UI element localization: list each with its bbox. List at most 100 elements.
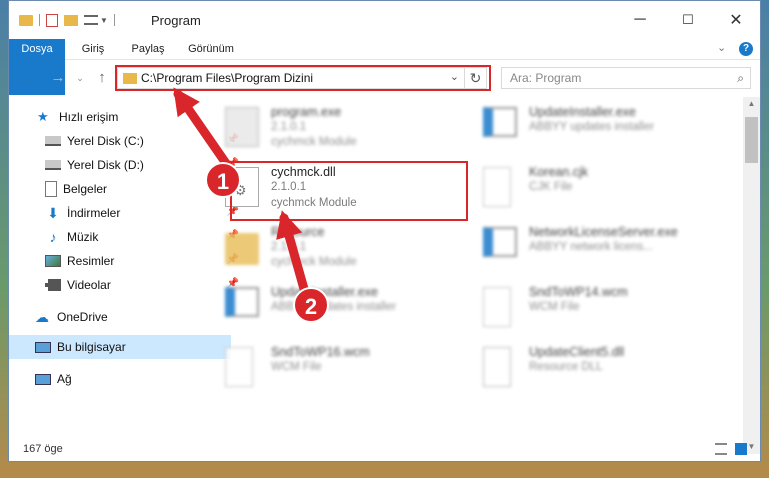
dll-icon (483, 347, 511, 387)
back-button[interactable]: ← (21, 69, 39, 87)
search-box[interactable]: Ara: Program ⌕ (501, 67, 751, 89)
sidebar-item-pictures[interactable]: Resimler 📌 (9, 249, 241, 273)
sidebar-item-this-pc[interactable]: Bu bilgisayar (9, 335, 231, 359)
help-icon[interactable]: ? (739, 42, 753, 56)
ribbon-tabs: Dosya Giriş Paylaş Görünüm ⌄ ? (9, 39, 760, 95)
sidebar-item-label: Hızlı erişim (59, 110, 119, 124)
file-item[interactable]: Resource 2.1.0.1 cychmck Module (221, 221, 461, 277)
file-item[interactable]: program.exe 2.1.0.1 cychmck Module (221, 101, 461, 157)
address-highlight-box (115, 65, 491, 91)
file-highlight-box (230, 161, 468, 221)
pictures-icon (45, 255, 61, 267)
sidebar-item-label: Ağ (57, 372, 72, 386)
window-title: Program (151, 13, 201, 28)
view-options-icon[interactable] (84, 15, 98, 25)
chevron-down-icon[interactable]: ▼ (100, 16, 108, 25)
file-description: cychmck Module (271, 256, 357, 268)
close-button[interactable]: ✕ (713, 1, 759, 39)
folder-icon[interactable] (19, 14, 33, 26)
separator (113, 14, 115, 26)
scroll-thumb[interactable] (745, 117, 758, 163)
tab-view[interactable]: Görünüm (185, 39, 237, 59)
expand-ribbon-icon[interactable]: ⌄ (717, 41, 726, 54)
up-button[interactable]: ↑ (93, 69, 111, 87)
large-icons-view-icon[interactable] (735, 443, 747, 455)
file-name: program.exe (271, 105, 342, 119)
sidebar-item-onedrive[interactable]: ☁ OneDrive (9, 305, 231, 329)
network-icon (35, 373, 51, 385)
videos-icon (45, 279, 61, 291)
explorer-window: ▼ Program ─ ☐ ✕ Dosya Giriş Paylaş Görün… (8, 0, 761, 462)
file-description: ABBYY updates installer (529, 121, 655, 133)
documents-icon (45, 181, 57, 197)
sidebar-item-label: Yerel Disk (D:) (67, 158, 144, 172)
file-description: CJK File (529, 181, 573, 193)
drive-icon (45, 136, 61, 146)
music-icon: ♪ (49, 229, 57, 245)
file-name: UpdateInstaller.exe (529, 105, 637, 119)
item-count: 167 öge (23, 443, 63, 455)
tab-home[interactable]: Giriş (73, 39, 113, 59)
sidebar-item-network[interactable]: Ağ (9, 367, 231, 391)
sidebar-item-label: Videolar (67, 278, 111, 292)
step-2-badge: 2 (293, 287, 329, 323)
forward-button[interactable]: → (49, 69, 67, 87)
installer-icon (483, 227, 517, 257)
maximize-button[interactable]: ☐ (665, 1, 711, 39)
file-name: NetworkLicenseServer.exe (529, 225, 678, 239)
scroll-up-button[interactable]: ▲ (743, 97, 760, 111)
file-name: Korean.cjk (529, 165, 589, 179)
details-view-icon[interactable] (715, 443, 727, 455)
file-description: ABBYY network licens... (529, 241, 653, 253)
file-icon (225, 347, 253, 387)
sidebar-item-local-disk-c[interactable]: Yerel Disk (C:) 📌 (9, 129, 241, 153)
file-name: SndToWP16.wcm (271, 345, 370, 359)
sidebar-item-label: OneDrive (57, 310, 108, 324)
file-name: Resource (271, 225, 325, 239)
file-item[interactable]: NetworkLicenseServer.exe ABBYY network l… (479, 221, 719, 277)
vertical-scrollbar[interactable]: ▲ ▼ (743, 97, 760, 454)
file-version: 2.1.0.1 (271, 121, 307, 133)
sidebar-item-downloads[interactable]: ⬇ İndirmeler 📌 (9, 201, 241, 225)
file-icon (483, 287, 511, 327)
properties-icon[interactable] (46, 13, 58, 27)
file-version: 2.1.0.1 (271, 241, 307, 253)
sidebar-item-quick-access[interactable]: ★ Hızlı erişim (9, 105, 233, 129)
sidebar-item-music[interactable]: ♪ Müzik 📌 (9, 225, 241, 249)
file-description: WCM File (271, 361, 322, 373)
title-bar: ▼ Program ─ ☐ ✕ (9, 1, 760, 39)
file-item[interactable]: UpdateClient5.dll Resource DLL (479, 341, 719, 397)
sidebar-item-label: Bu bilgisayar (57, 340, 126, 354)
sidebar-item-label: Müzik (67, 230, 99, 244)
file-list: program.exe 2.1.0.1 cychmck Module Updat… (221, 97, 743, 437)
step-1-badge: 1 (205, 162, 241, 198)
tab-share[interactable]: Paylaş (123, 39, 173, 59)
separator (39, 14, 40, 26)
sidebar-item-label: Belgeler (63, 182, 108, 196)
search-placeholder[interactable]: Ara: Program (510, 71, 581, 85)
sidebar-item-label: İndirmeler (67, 206, 121, 220)
file-description: cychmck Module (271, 136, 357, 148)
status-bar: 167 öge (9, 439, 760, 461)
file-icon (483, 167, 511, 207)
minimize-button[interactable]: ─ (617, 1, 663, 39)
file-item[interactable]: UpdateInstaller.exe ABBYY updates instal… (479, 101, 719, 157)
file-item[interactable]: Korean.cjk CJK File (479, 161, 719, 217)
file-description: ABBYY updates installer (271, 301, 397, 313)
recent-locations-button[interactable]: ⌄ (71, 69, 89, 87)
file-description: WCM File (529, 301, 580, 313)
sidebar-item-videos[interactable]: Videolar 📌 (9, 273, 241, 297)
installer-icon (483, 107, 517, 137)
search-icon: ⌕ (737, 71, 744, 85)
sidebar-item-label: Yerel Disk (C:) (67, 134, 144, 148)
file-item[interactable]: SndToWP16.wcm WCM File (221, 341, 461, 397)
sidebar-item-label: Resimler (67, 254, 115, 268)
file-name: UpdateClient5.dll (529, 345, 625, 359)
computer-icon (35, 341, 51, 353)
new-folder-icon[interactable] (64, 14, 78, 26)
installer-icon (225, 287, 259, 317)
file-item[interactable]: UpdateInstaller.exe ABBYY updates instal… (221, 281, 461, 337)
navigation-pane: ★ Hızlı erişim Yerel Disk (C:) 📌 Yerel D… (9, 97, 239, 437)
file-item[interactable]: SndToWP14.wcm WCM File (479, 281, 719, 337)
star-icon: ★ (37, 109, 49, 124)
